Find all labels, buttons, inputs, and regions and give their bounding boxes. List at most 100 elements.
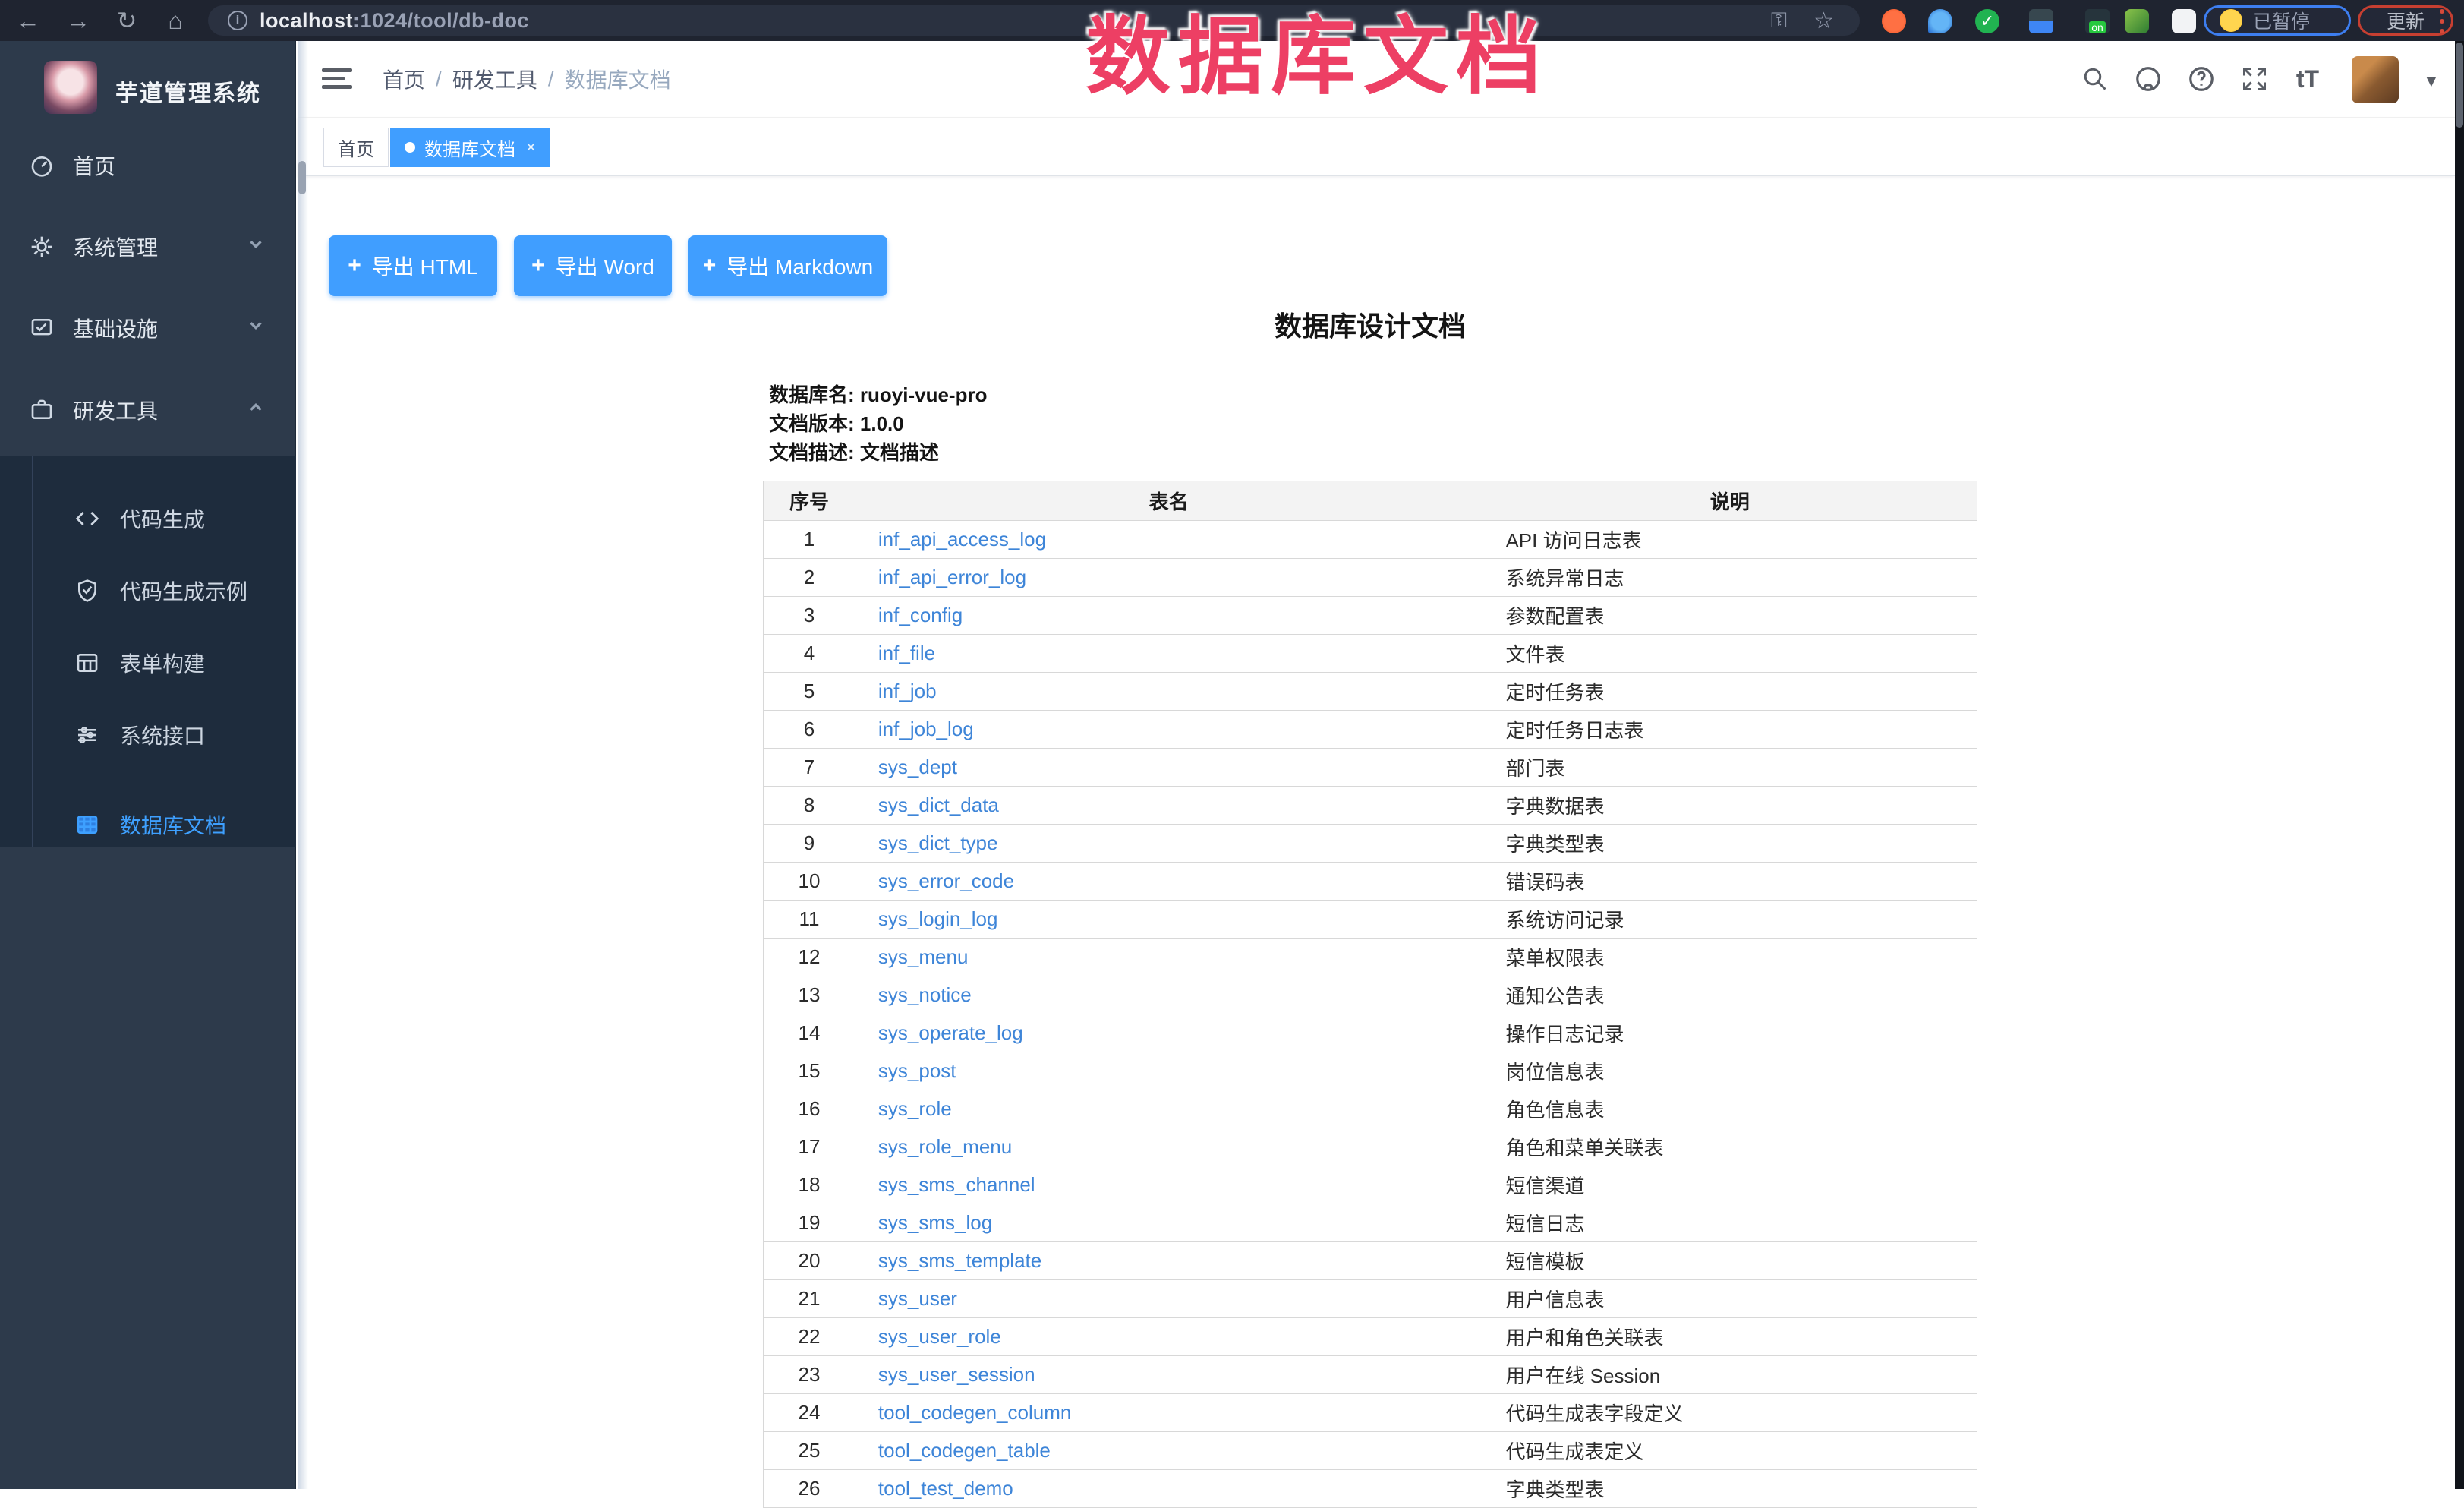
fullscreen-icon[interactable] bbox=[2230, 55, 2279, 103]
table-desc-cell: 定时任务表 bbox=[1482, 673, 1977, 711]
extension-icon-6[interactable] bbox=[2125, 9, 2149, 33]
back-icon[interactable]: ← bbox=[8, 0, 49, 41]
sidebar-collapse-icon[interactable] bbox=[322, 64, 352, 94]
table-desc-cell: 用户在线 Session bbox=[1482, 1356, 1977, 1394]
table-name-link[interactable]: sys_dept bbox=[878, 756, 957, 778]
table-name-cell: tool_codegen_column bbox=[855, 1394, 1482, 1432]
export-markdown-button[interactable]: + 导出 Markdown bbox=[688, 235, 887, 296]
table-name-link[interactable]: sys_sms_log bbox=[878, 1211, 992, 1234]
table-name-link[interactable]: sys_notice bbox=[878, 983, 972, 1006]
table-desc-cell: 代码生成表定义 bbox=[1482, 1432, 1977, 1470]
table-name-link[interactable]: inf_job_log bbox=[878, 718, 974, 740]
browser-menu-dots-icon[interactable] bbox=[2438, 9, 2446, 33]
sidebar-item-code-example[interactable]: 代码生成示例 bbox=[0, 569, 296, 612]
forward-icon[interactable]: → bbox=[58, 0, 99, 41]
table-name-link[interactable]: tool_codegen_column bbox=[878, 1401, 1071, 1424]
table-name-link[interactable]: inf_api_error_log bbox=[878, 566, 1026, 588]
table-row: 2inf_api_error_log系统异常日志 bbox=[764, 559, 1977, 597]
row-number: 15 bbox=[764, 1052, 855, 1090]
table-header-row: 序号 表名 说明 bbox=[764, 481, 1977, 521]
breadcrumb-dev-tools[interactable]: 研发工具 bbox=[452, 64, 537, 94]
user-menu-caret-icon[interactable]: ▼ bbox=[2423, 71, 2440, 91]
table-name-link[interactable]: sys_dict_type bbox=[878, 831, 998, 854]
extension-icon-3[interactable]: ✓ bbox=[1975, 9, 1999, 33]
table-name-link[interactable]: tool_test_demo bbox=[878, 1477, 1013, 1500]
table-name-link[interactable]: sys_user bbox=[878, 1287, 957, 1310]
github-icon[interactable] bbox=[2124, 55, 2173, 103]
sidebar-item-system-api[interactable]: 系统接口 bbox=[0, 714, 296, 756]
table-row: 22sys_user_role用户和角色关联表 bbox=[764, 1318, 1977, 1356]
scrollbar-thumb[interactable] bbox=[2456, 43, 2463, 128]
extension-icon-2[interactable] bbox=[1928, 9, 1952, 33]
font-size-icon[interactable]: tT bbox=[2283, 55, 2332, 103]
extension-icon-1[interactable] bbox=[1882, 9, 1906, 33]
url-bar[interactable]: i localhost:1024/tool/db-doc ⚿ ☆ bbox=[208, 5, 1860, 36]
table-name-link[interactable]: sys_post bbox=[878, 1059, 956, 1082]
search-icon[interactable] bbox=[2071, 55, 2119, 103]
table-name-link[interactable]: sys_role_menu bbox=[878, 1135, 1012, 1158]
password-key-icon[interactable]: ⚿ bbox=[1771, 8, 1787, 33]
row-number: 8 bbox=[764, 787, 855, 825]
table-name-link[interactable]: sys_operate_log bbox=[878, 1021, 1023, 1044]
breadcrumb-home[interactable]: 首页 bbox=[383, 64, 425, 94]
page-scrollbar[interactable] bbox=[2455, 41, 2464, 1489]
export-word-button[interactable]: + 导出 Word bbox=[514, 235, 672, 296]
close-tag-icon[interactable]: × bbox=[526, 137, 536, 157]
table-name-link[interactable]: sys_error_code bbox=[878, 869, 1014, 892]
tag-db-doc[interactable]: 数据库文档 × bbox=[390, 128, 550, 167]
table-row: 6inf_job_log定时任务日志表 bbox=[764, 711, 1977, 749]
paused-badge[interactable]: 已暂停 bbox=[2204, 5, 2351, 36]
table-name-link[interactable]: sys_login_log bbox=[878, 907, 998, 930]
table-name-link[interactable]: sys_sms_channel bbox=[878, 1173, 1035, 1196]
sidebar-item-label: 代码生成 bbox=[120, 503, 205, 534]
sidebar-item-dev-tools[interactable]: 研发工具 bbox=[0, 389, 296, 431]
avatar[interactable] bbox=[2352, 56, 2399, 103]
home-icon[interactable]: ⌂ bbox=[155, 0, 196, 41]
chevron-up-icon bbox=[246, 398, 266, 423]
bookmark-star-icon[interactable]: ☆ bbox=[1813, 8, 1834, 34]
scrollbar-thumb-fragment[interactable] bbox=[298, 161, 306, 194]
sidebar-item-form-builder[interactable]: 表单构建 bbox=[0, 642, 296, 684]
extensions-puzzle-icon[interactable] bbox=[2172, 9, 2196, 33]
table-name-link[interactable]: sys_menu bbox=[878, 945, 969, 968]
table-name-link[interactable]: sys_dict_data bbox=[878, 793, 999, 816]
tables-index-table: 序号 表名 说明 1inf_api_access_logAPI 访问日志表2in… bbox=[763, 481, 1977, 1508]
help-icon[interactable] bbox=[2177, 55, 2226, 103]
table-name-link[interactable]: tool_codegen_table bbox=[878, 1439, 1051, 1462]
table-name-link[interactable]: sys_user_role bbox=[878, 1325, 1001, 1348]
sidebar-item-label: 代码生成示例 bbox=[120, 576, 247, 606]
table-desc-cell: 岗位信息表 bbox=[1482, 1052, 1977, 1090]
sidebar-item-infrastructure[interactable]: 基础设施 bbox=[0, 307, 296, 349]
table-name-cell: sys_error_code bbox=[855, 863, 1482, 901]
table-name-link[interactable]: inf_api_access_log bbox=[878, 528, 1046, 551]
export-html-button[interactable]: + 导出 HTML bbox=[329, 235, 497, 296]
table-name-cell: inf_api_access_log bbox=[855, 521, 1482, 559]
table-name-cell: sys_operate_log bbox=[855, 1014, 1482, 1052]
meta-line-version: 文档版本: 1.0.0 bbox=[769, 409, 987, 438]
table-row: 8sys_dict_data字典数据表 bbox=[764, 787, 1977, 825]
table-desc-cell: 文件表 bbox=[1482, 635, 1977, 673]
sidebar-item-home[interactable]: 首页 bbox=[0, 144, 296, 187]
row-number: 2 bbox=[764, 559, 855, 597]
reload-icon[interactable]: ↻ bbox=[106, 0, 147, 41]
table-name-cell: sys_user_session bbox=[855, 1356, 1482, 1394]
sidebar-item-system[interactable]: 系统管理 bbox=[0, 226, 296, 268]
extension-icon-4[interactable] bbox=[2029, 9, 2053, 33]
table-row: 11sys_login_log系统访问记录 bbox=[764, 901, 1977, 939]
sidebar-item-db-doc[interactable]: 数据库文档 bbox=[0, 803, 296, 846]
table-name-link[interactable]: inf_file bbox=[878, 642, 935, 664]
table-name-link[interactable]: inf_job bbox=[878, 680, 937, 702]
table-name-link[interactable]: sys_role bbox=[878, 1097, 952, 1120]
tag-home[interactable]: 首页 bbox=[323, 128, 389, 167]
table-name-cell: inf_job bbox=[855, 673, 1482, 711]
table-desc-cell: 菜单权限表 bbox=[1482, 939, 1977, 976]
table-name-link[interactable]: sys_user_session bbox=[878, 1363, 1035, 1386]
table-desc-cell: 角色和菜单关联表 bbox=[1482, 1128, 1977, 1166]
table-name-link[interactable]: inf_config bbox=[878, 604, 963, 626]
table-name-link[interactable]: sys_sms_template bbox=[878, 1249, 1041, 1272]
row-number: 12 bbox=[764, 939, 855, 976]
table-desc-cell: 参数配置表 bbox=[1482, 597, 1977, 635]
sidebar-item-code-generation[interactable]: 代码生成 bbox=[0, 497, 296, 540]
extension-icon-5[interactable]: on bbox=[2085, 9, 2110, 33]
site-info-icon[interactable]: i bbox=[228, 11, 247, 30]
